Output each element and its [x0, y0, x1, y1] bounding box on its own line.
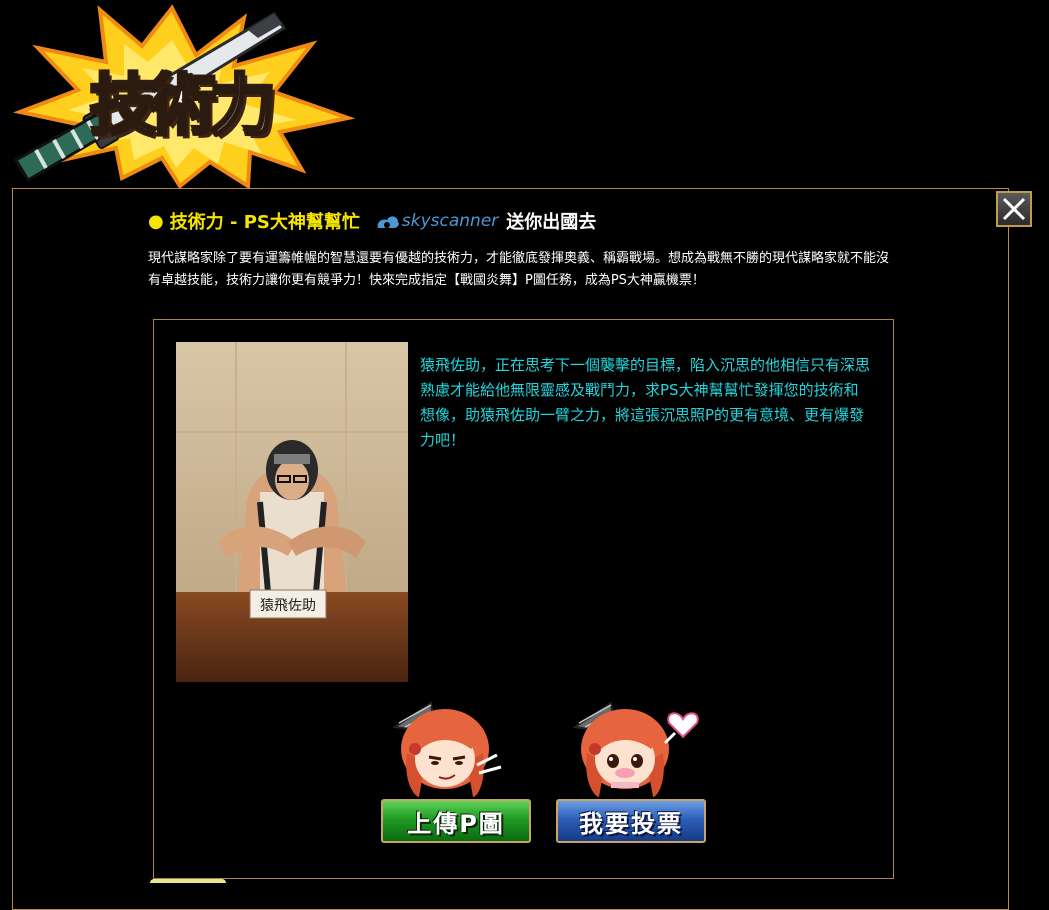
bullet-icon: ● — [148, 210, 164, 232]
title-banner: 技術力 — [12, 0, 357, 190]
character-mascot-smug — [385, 693, 505, 801]
event-title: 技術力 - PS大神幫幫忙 — [169, 212, 360, 233]
event-subtitle: 送你出國去 — [506, 212, 597, 233]
photo-image: 猿飛佐助 — [176, 342, 408, 682]
vote-button[interactable]: 我要投票 — [556, 799, 706, 843]
sponsor-name: skyscanner — [401, 211, 499, 231]
close-icon — [1002, 197, 1026, 221]
ninja-photo: 猿飛佐助 — [176, 342, 408, 682]
mascot-image — [392, 701, 502, 797]
nameplate-text: 猿飛佐助 — [260, 598, 316, 614]
event-heading: ● 技術力 - PS大神幫幫忙 skyscanner 送你出國去 — [148, 207, 596, 235]
intro-text: 現代謀略家除了要有運籌帷幄的智慧還要有優越的技術力，才能徹底發揮奧義、稱霸戰場。… — [148, 251, 890, 288]
upload-photo-button[interactable]: 上傳P圖 — [381, 799, 531, 843]
story-text: 猿飛佐助，正在思考下一個襲擊的目標，陷入沉思的他相信只有深思熟慮才能給他無限靈感… — [420, 356, 871, 449]
banner-title: 技術力 — [89, 66, 278, 146]
next-section-tab — [150, 879, 226, 883]
mascot-image — [572, 701, 699, 797]
character-mascot-shy — [565, 693, 705, 801]
close-button[interactable] — [996, 191, 1032, 227]
skyscanner-logo: skyscanner — [374, 211, 498, 231]
cloud-sun-icon — [377, 216, 399, 228]
